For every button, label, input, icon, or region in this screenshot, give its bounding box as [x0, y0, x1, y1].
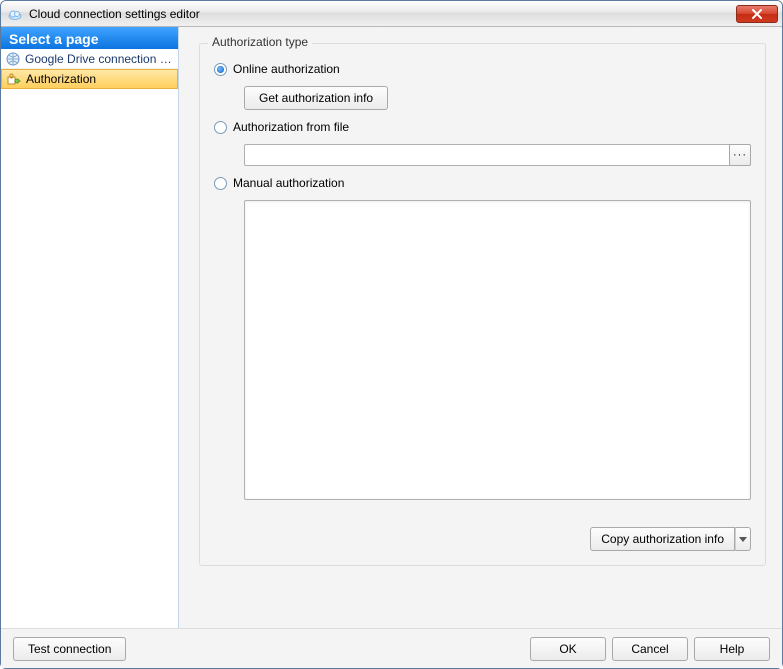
- sidebar-item-google-drive[interactable]: Google Drive connection s…: [1, 49, 178, 69]
- radio-label-manual[interactable]: Manual authorization: [233, 176, 344, 190]
- close-icon: [751, 9, 763, 19]
- sidebar-item-label: Google Drive connection s…: [25, 52, 174, 66]
- radio-online-authorization[interactable]: [214, 63, 227, 76]
- sidebar-list: Google Drive connection s… Authorization: [1, 49, 178, 628]
- titlebar: Cloud connection settings editor: [1, 1, 782, 27]
- key-lock-icon: [6, 71, 22, 87]
- help-button[interactable]: Help: [694, 637, 770, 661]
- sidebar-item-label: Authorization: [26, 72, 96, 86]
- authorization-type-group: Authorization type Online authorization …: [199, 43, 766, 566]
- cloud-icon: [7, 6, 23, 22]
- sidebar-item-authorization[interactable]: Authorization: [1, 69, 178, 89]
- radio-authorization-from-file[interactable]: [214, 121, 227, 134]
- window-title: Cloud connection settings editor: [29, 7, 736, 21]
- close-button[interactable]: [736, 5, 778, 23]
- browse-file-button[interactable]: ···: [729, 144, 751, 166]
- footer: Test connection OK Cancel Help: [1, 628, 782, 668]
- manual-authorization-textarea[interactable]: [244, 200, 751, 500]
- ok-button[interactable]: OK: [530, 637, 606, 661]
- main-panel: Authorization type Online authorization …: [179, 27, 782, 628]
- group-title: Authorization type: [208, 35, 312, 49]
- test-connection-button[interactable]: Test connection: [13, 637, 126, 661]
- sidebar-header: Select a page: [1, 27, 178, 49]
- chevron-down-icon: [739, 537, 747, 542]
- copy-authorization-dropdown[interactable]: [735, 527, 751, 551]
- globe-icon: [5, 51, 21, 67]
- sidebar: Select a page Google Drive connection s…: [1, 27, 179, 628]
- copy-authorization-info-button[interactable]: Copy authorization info: [590, 527, 735, 551]
- cancel-button[interactable]: Cancel: [612, 637, 688, 661]
- radio-manual-authorization[interactable]: [214, 177, 227, 190]
- authorization-file-path-input[interactable]: [244, 144, 729, 166]
- get-authorization-info-button[interactable]: Get authorization info: [244, 86, 388, 110]
- radio-label-online[interactable]: Online authorization: [233, 62, 340, 76]
- radio-label-from-file[interactable]: Authorization from file: [233, 120, 349, 134]
